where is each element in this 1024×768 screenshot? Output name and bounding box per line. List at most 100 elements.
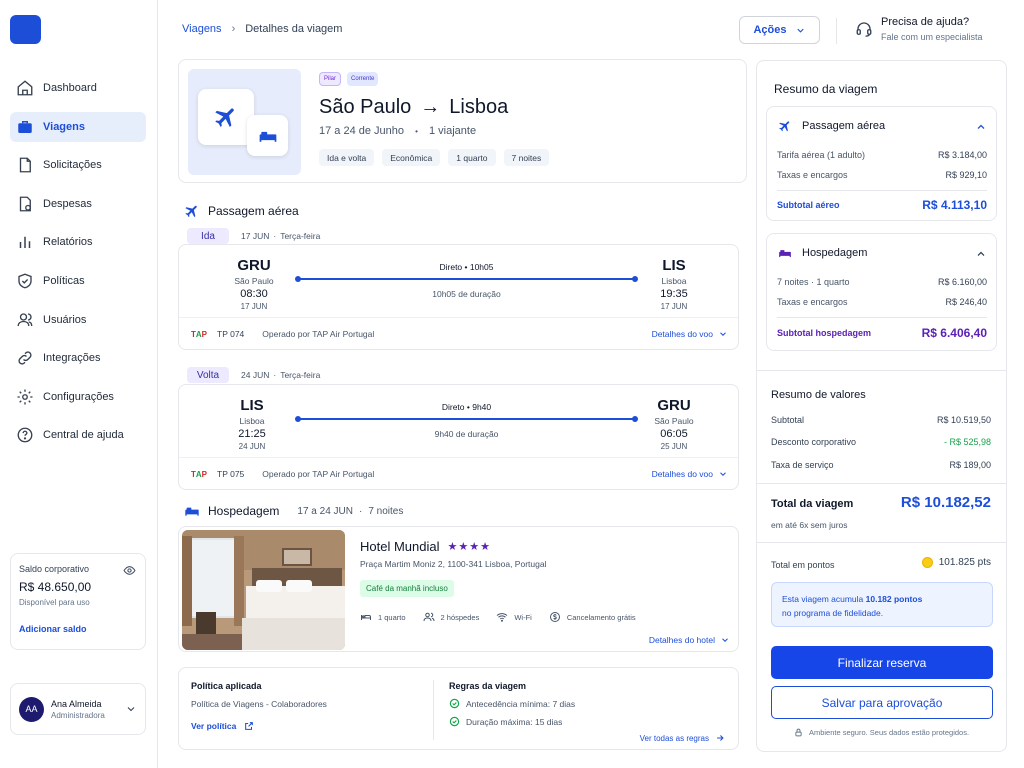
home-icon	[17, 80, 33, 96]
flight-details-label: Detalhes do voo	[651, 469, 713, 479]
row-label: Subtotal	[771, 415, 805, 425]
eye-icon[interactable]	[123, 564, 136, 577]
check-circle-icon	[449, 698, 460, 709]
finalize-booking-button[interactable]: Finalizar reserva	[771, 646, 993, 679]
actions-label: Ações	[753, 24, 787, 36]
check-circle-icon	[449, 716, 460, 727]
external-link-icon	[245, 722, 254, 730]
sidebar-item-despesas[interactable]: Despesas	[10, 189, 146, 219]
hotel-nights: 7 noites	[368, 505, 404, 517]
summary-air-header[interactable]: Passagem aérea	[778, 119, 885, 133]
sidebar-item-solicitacoes[interactable]: Solicitações	[10, 150, 146, 180]
summary-air-title: Passagem aérea	[802, 120, 886, 132]
breadcrumb-viagens[interactable]: Viagens	[182, 23, 222, 35]
sidebar-item-central-ajuda[interactable]: Central de ajuda	[10, 420, 146, 450]
receipt-icon	[19, 196, 31, 212]
help-contact[interactable]: Precisa de ajuda? Fale com um especialis…	[855, 16, 983, 42]
sidebar: Dashboard Viagens Solicitações Despesas …	[0, 0, 158, 768]
summary-hotel-card: Hospedagem 7 noites · 1 quarto R$ 6.160,…	[766, 233, 997, 351]
plane-icon	[779, 121, 790, 132]
points-value: 101.825 pts	[938, 557, 991, 568]
row-value: R$ 6.160,00	[937, 277, 987, 287]
chevron-up-icon[interactable]	[975, 121, 987, 133]
coin-icon	[921, 557, 933, 568]
chevron-down-icon	[720, 472, 726, 476]
header-divider	[836, 18, 837, 44]
hotel-photo[interactable]	[182, 530, 345, 650]
view-all-rules-link[interactable]: Ver todas as regras	[640, 733, 725, 743]
rules-title: Regras da viagem	[449, 681, 527, 691]
actions-button[interactable]: Ações	[739, 16, 820, 44]
values-row: Taxa de serviço R$ 189,00	[771, 460, 991, 470]
shield-check-icon	[18, 273, 32, 289]
airport-city: Lisboa	[661, 276, 687, 286]
sidebar-item-viagens[interactable]: Viagens	[10, 111, 146, 142]
bed-icon	[779, 250, 791, 258]
amenity-label: Wi-Fi	[514, 612, 532, 622]
sidebar-item-label: Central de ajuda	[43, 429, 124, 442]
row-value: R$ 246,40	[945, 297, 987, 307]
sidebar-item-label: Políticas	[43, 274, 85, 287]
user-menu[interactable]: AA Ana Almeida Administradora	[10, 683, 146, 735]
view-policy-link[interactable]: Ver política	[191, 721, 327, 731]
view-all-rules-label: Ver todas as regras	[639, 733, 709, 743]
sidebar-item-usuarios[interactable]: Usuários	[10, 305, 146, 335]
chevron-up-icon[interactable]	[975, 248, 987, 260]
flight-duration: 10h05 de duração	[432, 289, 501, 299]
summary-title: Resumo da viagem	[774, 82, 878, 96]
sidebar-item-label: Dashboard	[43, 82, 97, 94]
flights-section-title: Passagem aérea	[184, 203, 299, 219]
sidebar-item-relatorios[interactable]: Relatórios	[10, 227, 146, 257]
sidebar-nav: Dashboard Viagens Solicitações Despesas …	[10, 73, 146, 459]
policy-title: Política aplicada	[191, 681, 262, 691]
flight-number: TP 075	[217, 469, 245, 479]
departure-time: 08:30	[240, 288, 268, 300]
sidebar-item-configuracoes[interactable]: Configurações	[10, 382, 146, 412]
trip-chip: 1 quarto	[448, 149, 496, 166]
flight-direct-label: Direto • 9h40	[441, 402, 492, 412]
users-icon	[423, 612, 435, 622]
add-balance-link[interactable]: Adicionar saldo	[19, 624, 137, 634]
flight-details-label: Detalhes do voo	[651, 329, 713, 339]
flight-details-link[interactable]: Detalhes do voo	[652, 329, 728, 339]
sidebar-item-integracoes[interactable]: Integrações	[10, 343, 146, 373]
dot-separator: ·	[273, 231, 277, 241]
airport-city: São Paulo	[234, 276, 274, 286]
avatar: AA	[19, 696, 44, 722]
summary-hotel-header[interactable]: Hospedagem	[778, 246, 867, 260]
balance-sub: Disponível para uso	[19, 598, 90, 607]
trip-header-card: Pilar Corrente São Paulo → Lisboa 17 a 2…	[178, 59, 747, 183]
sidebar-item-label: Integrações	[43, 352, 101, 365]
hotel-address: Praça Martim Moniz 2, 1100-341 Lisboa, P…	[360, 559, 547, 569]
arrival-day: 25 JUN	[660, 442, 688, 451]
row-label: Desconto corporativo	[771, 437, 857, 447]
amenity-rooms: 1 quarto	[360, 611, 406, 623]
balance-label: Saldo corporativo	[19, 564, 90, 574]
flight-number: TP 074	[217, 329, 245, 339]
leg-date: 17 JUN	[241, 231, 270, 241]
save-for-approval-button[interactable]: Salvar para aprovação	[771, 686, 993, 719]
departure-day: 17 JUN	[240, 302, 268, 311]
subtotal-label: Subtotal hospedagem	[777, 328, 872, 338]
airport-code: GRU	[237, 257, 271, 274]
row-label: 7 noites · 1 quarto	[777, 277, 850, 287]
divider	[777, 317, 987, 318]
hotel-details-link[interactable]: Detalhes do hotel	[649, 635, 730, 645]
breakfast-badge: Café da manhã incluso	[360, 580, 454, 597]
rule-label: Duração máxima: 15 dias	[466, 716, 563, 727]
sidebar-item-dashboard[interactable]: Dashboard	[10, 73, 146, 103]
points-label: Total em pontos	[771, 560, 835, 570]
sidebar-item-politicas[interactable]: Políticas	[10, 266, 146, 296]
app-logo[interactable]	[10, 15, 41, 44]
trip-route: São Paulo → Lisboa	[319, 96, 508, 119]
sidebar-item-label: Solicitações	[43, 159, 102, 172]
hotel-card: Hotel Mundial ★★★★ Praça Martim Moniz 2,…	[178, 526, 739, 652]
rule-item: Antecedência mínima: 7 dias	[449, 698, 729, 709]
flight-details-link[interactable]: Detalhes do voo	[652, 469, 728, 479]
subtotal-value: R$ 6.406,40	[921, 326, 987, 340]
bed-icon	[185, 507, 199, 516]
departure-airport: GRU São Paulo 08:30 17 JUN	[224, 257, 284, 311]
divider	[777, 190, 987, 191]
leg-header-outbound: Ida 17 JUN · Terça-feira	[187, 228, 320, 244]
lock-icon	[795, 728, 802, 737]
